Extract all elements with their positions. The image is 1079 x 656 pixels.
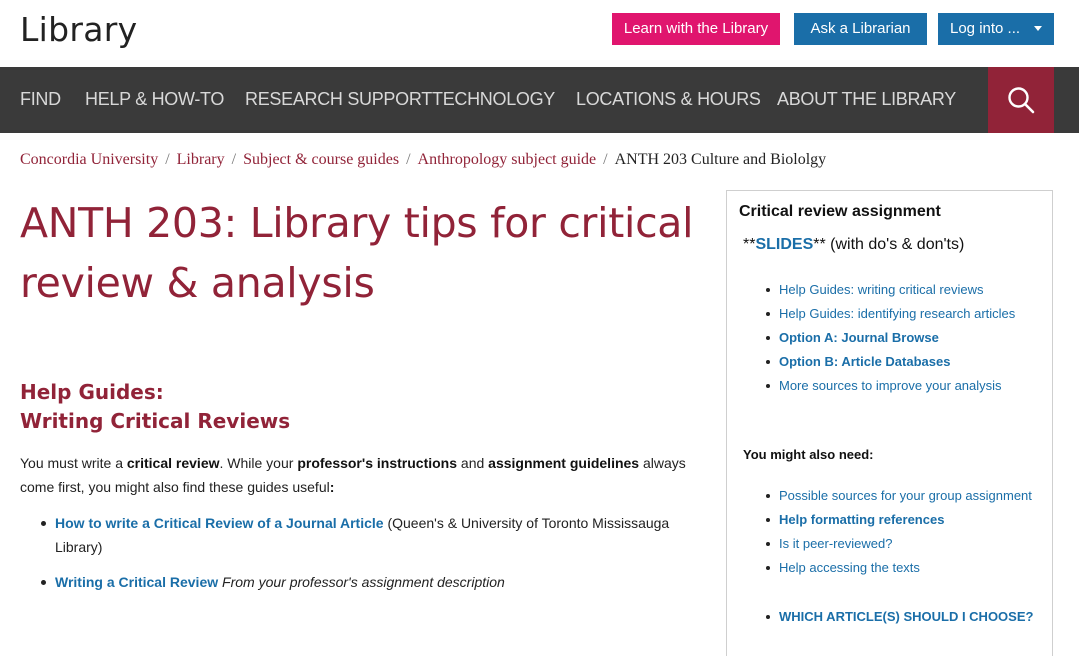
possible-sources-link[interactable]: Possible sources for your group assignme… [779,488,1032,503]
intro-text: You must write a [20,455,127,471]
list-item: WHICH ARTICLE(S) SHOULD I CHOOSE? [766,605,1049,629]
help-guides-identifying-link[interactable]: Help Guides: identifying research articl… [779,306,1015,321]
guides-list: How to write a Critical Review of a Jour… [41,511,715,605]
list-item: How to write a Critical Review of a Jour… [41,511,715,559]
option-b-article-databases-link[interactable]: Option B: Article Databases [779,354,950,369]
list-item: Possible sources for your group assignme… [766,484,1049,508]
link-note: From your professor's assignment descrip… [218,574,505,590]
intro-bold: professor's instructions [297,455,458,471]
slides-suffix: ** (with do's & don'ts) [813,236,965,253]
list-item: Option A: Journal Browse [766,326,1049,350]
intro-paragraph: You must write a critical review. While … [20,451,710,499]
sidebar-list-primary: Help Guides: writing critical reviews He… [766,278,1049,398]
intro-bold: critical review [126,455,220,471]
help-guides-writing-link[interactable]: Help Guides: writing critical reviews [779,282,983,297]
list-item: Help accessing the texts [766,556,1049,580]
list-item: Option B: Article Databases [766,350,1049,374]
nav-technology[interactable]: TECHNOLOGY [432,67,555,133]
library-logo[interactable]: Library [20,10,138,49]
intro-bold: assignment guidelines [488,455,640,471]
nav-locations-hours[interactable]: LOCATIONS & HOURS [576,67,761,133]
search-button[interactable] [988,67,1054,133]
section-title-line1: Help Guides: [20,380,164,404]
breadcrumb-concordia[interactable]: Concordia University [20,151,158,168]
breadcrumb-library[interactable]: Library [177,151,225,168]
which-article-link[interactable]: WHICH ARTICLE(S) SHOULD I CHOOSE? [779,609,1033,624]
search-icon [1008,87,1035,114]
breadcrumb-current: ANTH 203 Culture and Biololgy [614,151,827,168]
caret-down-icon [1034,26,1042,31]
list-item: Help Guides: writing critical reviews [766,278,1049,302]
ask-librarian-button[interactable]: Ask a Librarian [794,13,927,45]
intro-bold: : [329,479,335,495]
header: Library Learn with the Library Ask a Lib… [0,0,1079,67]
page-title: ANTH 203: Library tips for critical revi… [20,199,694,307]
list-item: Help formatting references [766,508,1049,532]
critical-review-journal-article-link[interactable]: How to write a Critical Review of a Jour… [55,515,384,531]
main-nav: FIND HELP & HOW-TO RESEARCH SUPPORT TECH… [0,67,1079,133]
breadcrumb-separator: / [231,151,237,168]
also-need-heading: You might also need: [743,447,874,462]
writing-critical-review-link[interactable]: Writing a Critical Review [55,574,218,590]
section-title: Help Guides: Writing Critical Reviews [20,378,290,436]
breadcrumb: Concordia University / Library / Subject & c… [20,151,826,169]
learn-with-library-button[interactable]: Learn with the Library [612,13,780,45]
list-item: Is it peer-reviewed? [766,532,1049,556]
intro-text: and [457,455,489,471]
help-formatting-references-link[interactable]: Help formatting references [779,512,944,527]
slides-link[interactable]: SLIDES [755,236,813,253]
sidebar-title: Critical review assignment [739,203,941,220]
slides-prefix: ** [743,236,756,253]
login-dropdown-button[interactable]: Log into ... [938,13,1054,45]
breadcrumb-anthropology[interactable]: Anthropology subject guide [418,151,597,168]
option-a-journal-browse-link[interactable]: Option A: Journal Browse [779,330,939,345]
nav-find[interactable]: FIND [20,67,61,133]
section-title-line2: Writing Critical Reviews [20,409,291,433]
list-item: Help Guides: identifying research articl… [766,302,1049,326]
breadcrumb-separator: / [406,151,411,168]
help-accessing-texts-link[interactable]: Help accessing the texts [779,560,920,575]
breadcrumb-separator: / [603,151,608,168]
nav-research-support[interactable]: RESEARCH SUPPORT [245,67,432,133]
peer-reviewed-link[interactable]: Is it peer-reviewed? [779,536,892,551]
nav-about-library[interactable]: ABOUT THE LIBRARY [777,67,956,133]
sidebar-list-choose: WHICH ARTICLE(S) SHOULD I CHOOSE? [766,605,1049,629]
nav-help-how-to[interactable]: HELP & HOW-TO [85,67,224,133]
intro-text: . While your [219,455,298,471]
list-item: Writing a Critical Review From your prof… [41,570,715,594]
list-item: More sources to improve your analysis [766,374,1049,398]
slides-line: **SLIDES** (with do's & don'ts) [743,236,964,254]
login-button-label: Log into ... [950,20,1021,37]
breadcrumb-separator: / [165,151,170,168]
sidebar-box: Critical review assignment **SLIDES** (w… [726,190,1053,656]
sidebar-list-secondary: Possible sources for your group assignme… [766,484,1049,580]
more-sources-link[interactable]: More sources to improve your analysis [779,378,1002,393]
breadcrumb-subject-guides[interactable]: Subject & course guides [243,151,399,168]
